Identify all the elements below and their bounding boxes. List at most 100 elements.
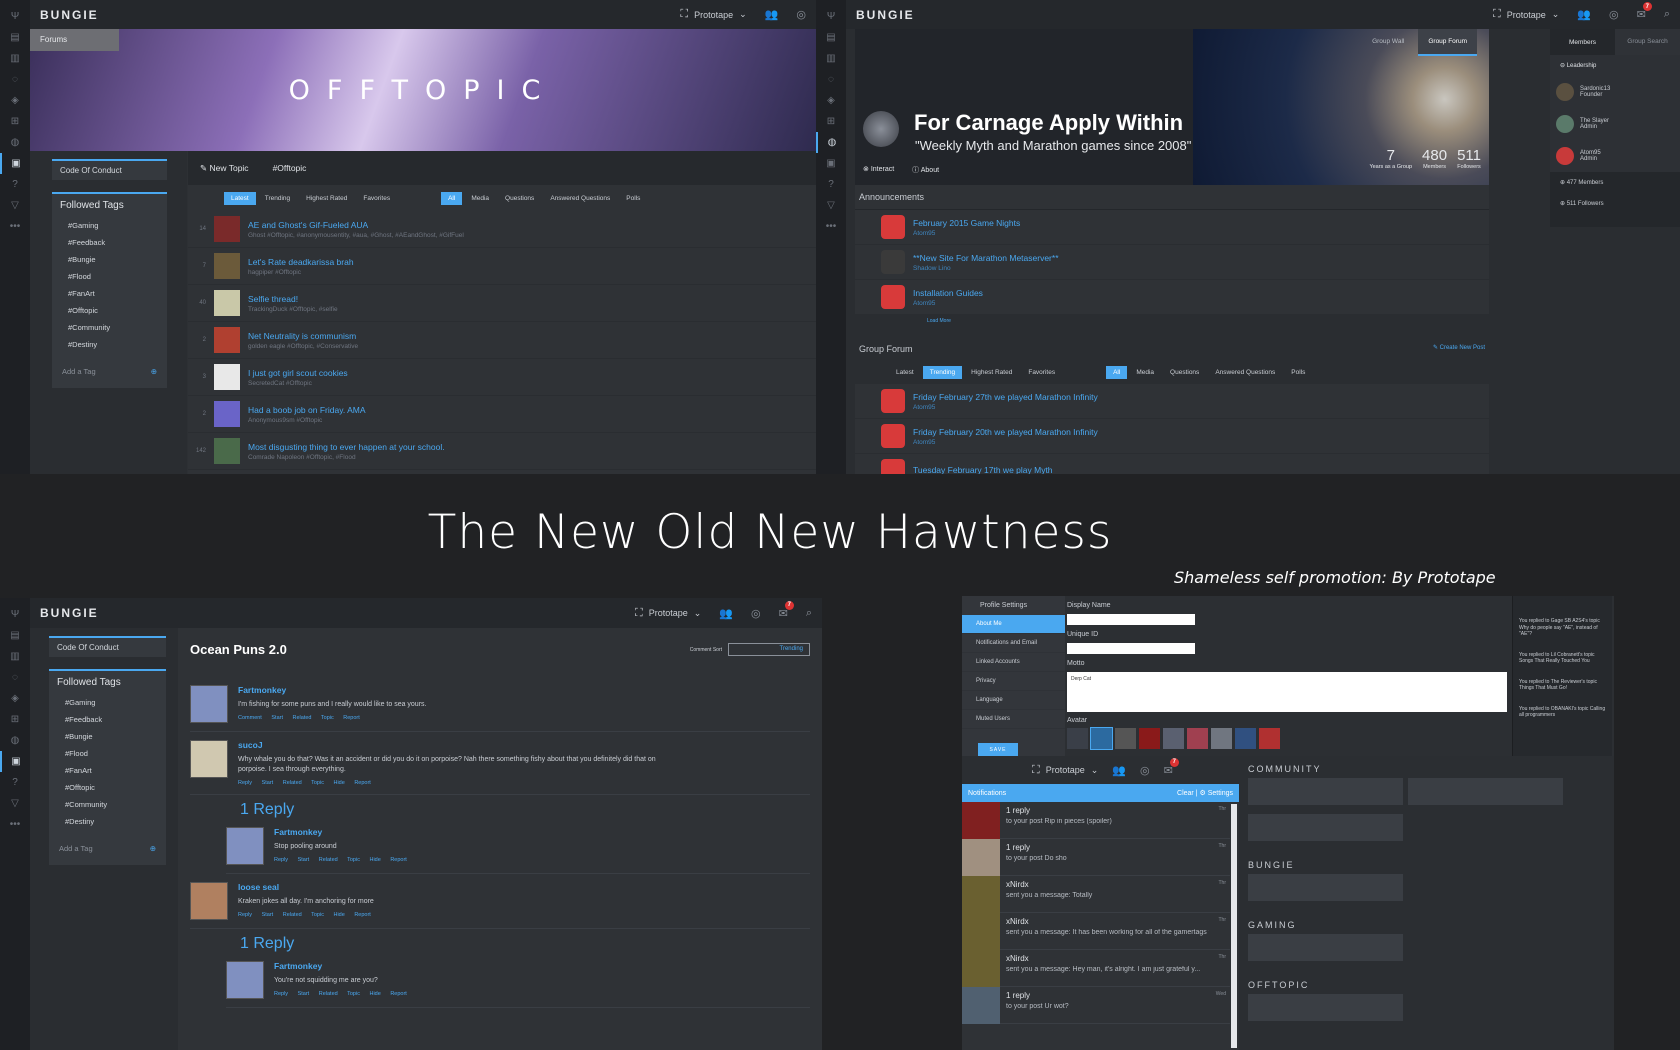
activity-item[interactable]: You replied to OBANAKI's topic Calling a…: [1519, 706, 1606, 719]
leader-row[interactable]: The Slayer Admin: [1550, 108, 1680, 140]
sort-tab[interactable]: Media: [464, 192, 496, 205]
tag-item[interactable]: #Destiny: [49, 813, 166, 830]
post-title[interactable]: February 2015 Game Nights: [913, 218, 1483, 228]
sort-tab[interactable]: Favorites: [356, 192, 397, 205]
group-card[interactable]: [1248, 778, 1403, 805]
commenter-name[interactable]: Fartmonkey: [274, 961, 810, 971]
display-name-field[interactable]: [1067, 614, 1195, 625]
topic-row[interactable]: 40 Selfie thread! TrackingDuck #Offtopic, …: [188, 285, 816, 322]
group-card[interactable]: [1248, 874, 1403, 901]
topic-row[interactable]: 7 Let's Rate deadkarissa brah hagpiper #Of…: [188, 248, 816, 285]
bungie-logo[interactable]: BUNGIE: [856, 8, 1475, 22]
post-row[interactable]: February 2015 Game Nights Atom95: [855, 210, 1489, 245]
post-author[interactable]: Atom95: [913, 404, 1483, 411]
sort-tab[interactable]: All: [441, 191, 463, 205]
activity-item[interactable]: You replied to Gage SB A2S4's topic Why …: [1519, 618, 1606, 638]
tag-item[interactable]: #FanArt: [52, 285, 167, 302]
friends-icon[interactable]: 👥: [765, 8, 779, 21]
avatar-option[interactable]: [1211, 728, 1232, 749]
topic-row[interactable]: 14 AE and Ghost's Gif-Fueled AUA Ghost #Of…: [188, 211, 816, 248]
destiny-icon[interactable]: ▽: [0, 793, 30, 814]
tag-item[interactable]: #Community: [52, 319, 167, 336]
commenter-name[interactable]: sucoJ: [238, 740, 810, 750]
tag-item[interactable]: #Community: [49, 796, 166, 813]
tag-item[interactable]: #Gaming: [49, 694, 166, 711]
commenter-name[interactable]: loose seal: [238, 882, 810, 892]
friends-icon[interactable]: 👥: [1112, 764, 1126, 777]
leader-row[interactable]: Sardonic13 Founder: [1550, 76, 1680, 108]
search-icon[interactable]: ⌕: [806, 607, 812, 620]
hamburger-icon[interactable]: Ψ: [0, 604, 30, 625]
topic-row[interactable]: 2 Net Neutrality is communism golden eagle…: [188, 322, 816, 359]
post-author[interactable]: Atom95: [913, 439, 1483, 446]
post-author[interactable]: Atom95: [913, 300, 1483, 307]
store-icon[interactable]: ⊞: [0, 709, 30, 730]
settings-nav-item[interactable]: Notifications and Email: [962, 634, 1065, 653]
commenter-avatar[interactable]: [226, 827, 264, 866]
comment-sort-select[interactable]: Trending: [728, 643, 810, 656]
destiny-icon[interactable]: ▽: [0, 195, 30, 216]
comment-actions[interactable]: Reply Start Related Topic Hide Report: [274, 991, 810, 997]
help-icon[interactable]: ?: [0, 174, 30, 195]
sort-tab[interactable]: Questions: [498, 192, 541, 205]
bungie-logo[interactable]: BUNGIE: [40, 606, 617, 620]
topic-row[interactable]: 3 I just got girl scout cookies SecretedCa…: [188, 359, 816, 396]
mail-icon[interactable]: ✉ 7: [1637, 2, 1652, 21]
post-row[interactable]: Installation Guides Atom95: [855, 280, 1489, 315]
avatar-option[interactable]: [1259, 728, 1280, 749]
code-of-conduct-link[interactable]: Code Of Conduct: [52, 159, 167, 180]
commenter-avatar[interactable]: [190, 882, 228, 921]
settings-nav-item[interactable]: Linked Accounts: [962, 653, 1065, 672]
globe-icon[interactable]: ◎: [1609, 8, 1619, 21]
avatar-option[interactable]: [1115, 728, 1136, 749]
forums-icon[interactable]: ▣: [0, 751, 30, 772]
news-icon[interactable]: ▤: [0, 27, 30, 48]
hamburger-icon[interactable]: Ψ: [816, 6, 846, 27]
globe-icon[interactable]: ◎: [1140, 764, 1150, 777]
topic-title[interactable]: AE and Ghost's Gif-Fueled AUA: [248, 220, 810, 230]
follower-count[interactable]: ⊕ 511 Followers: [1550, 193, 1680, 214]
notification-item[interactable]: 1 reply to your post Do sho Thr: [962, 839, 1230, 876]
store-icon[interactable]: ⊞: [0, 111, 30, 132]
groups-icon[interactable]: ◍: [0, 132, 30, 153]
code-of-conduct-link[interactable]: Code Of Conduct: [49, 636, 166, 657]
friends-icon[interactable]: 👥: [719, 607, 733, 620]
new-topic-button[interactable]: ✎ New Topic: [200, 163, 249, 174]
load-more-link[interactable]: Load More: [855, 315, 1489, 327]
sort-tab[interactable]: Answered Questions: [543, 192, 617, 205]
avatar-option[interactable]: [1067, 728, 1088, 749]
settings-nav-item[interactable]: Privacy: [962, 672, 1065, 691]
sort-tab[interactable]: Latest: [889, 366, 921, 379]
notification-item[interactable]: xNirdx sent you a message: It has been wo…: [962, 913, 1230, 950]
notification-item[interactable]: xNirdx sent you a message: Hey man, it's …: [962, 950, 1230, 987]
topic-title[interactable]: Let's Rate deadkarissa brah: [248, 257, 810, 267]
breadcrumb[interactable]: Forums: [30, 29, 119, 51]
mail-icon[interactable]: ✉ 7: [1164, 757, 1179, 777]
tag-item[interactable]: #Bungie: [49, 728, 166, 745]
news-icon[interactable]: ▤: [0, 625, 30, 646]
commenter-avatar[interactable]: [190, 685, 228, 723]
topic-title[interactable]: Net Neutrality is communism: [248, 331, 810, 341]
media-icon[interactable]: ▥: [0, 646, 30, 667]
user-menu[interactable]: ⛶ Prototape ⌄: [680, 8, 746, 21]
sort-tab[interactable]: Polls: [1284, 366, 1312, 379]
tag-item[interactable]: #Offtopic: [52, 302, 167, 319]
help-icon[interactable]: ?: [0, 772, 30, 793]
tag-item[interactable]: #Flood: [52, 268, 167, 285]
settings-button[interactable]: Settings: [1208, 790, 1233, 797]
layers-icon[interactable]: ◈: [816, 90, 846, 111]
user-menu[interactable]: ⛶ Prototape ⌄: [635, 607, 701, 620]
hamburger-icon[interactable]: Ψ: [0, 6, 30, 27]
reply-toggle[interactable]: 1 Reply: [240, 801, 810, 819]
sort-tab[interactable]: Answered Questions: [1208, 366, 1282, 379]
forums-icon[interactable]: ▣: [816, 153, 846, 174]
tag-item[interactable]: #Offtopic: [49, 779, 166, 796]
members-tab[interactable]: Members: [1550, 39, 1615, 46]
plus-icon[interactable]: ⊕: [150, 844, 156, 853]
destiny-icon[interactable]: ▽: [816, 195, 846, 216]
pulse-icon[interactable]: ◌: [0, 667, 30, 688]
group-search-tab[interactable]: Group Search: [1615, 29, 1680, 55]
pulse-icon[interactable]: ◌: [0, 69, 30, 90]
comment-actions[interactable]: Comment Start Related Topic Report: [238, 715, 810, 721]
notification-item[interactable]: 1 reply to your post Rip in pieces (spoil…: [962, 802, 1230, 839]
